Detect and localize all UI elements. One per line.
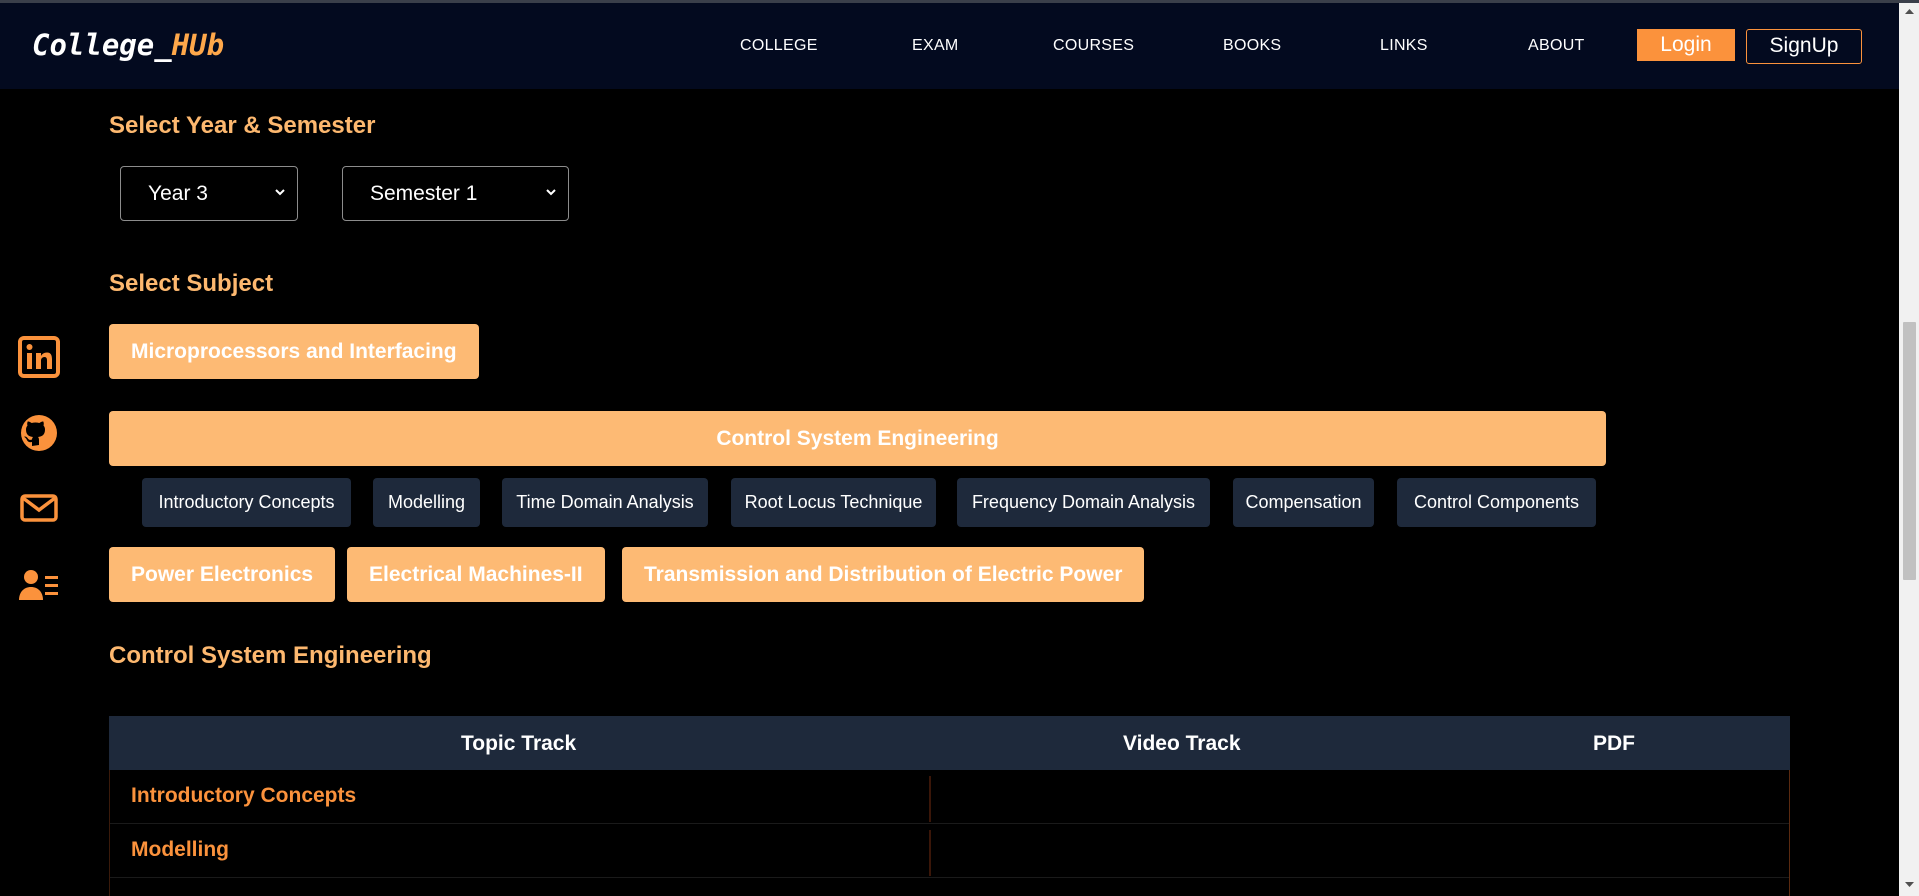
login-button[interactable]: Login xyxy=(1637,29,1735,61)
topic-chip-introductory-concepts[interactable]: Introductory Concepts xyxy=(142,478,351,527)
column-header-video-track: Video Track xyxy=(1123,732,1241,755)
subject-button-control-system[interactable]: Control System Engineering xyxy=(109,411,1606,466)
mail-icon[interactable] xyxy=(18,487,60,529)
brand-logo-part2: HUb xyxy=(171,28,225,62)
topic-table-header: Topic Track Video Track PDF xyxy=(109,716,1790,770)
semester-select[interactable]: Semester 1 xyxy=(342,166,569,221)
scroll-down-arrow-icon[interactable] xyxy=(1903,880,1916,890)
chevron-down-icon xyxy=(275,189,285,196)
nav-link-about[interactable]: ABOUT xyxy=(1528,37,1585,55)
year-semester-heading: Select Year & Semester xyxy=(109,112,376,139)
subject-button-transmission-distribution[interactable]: Transmission and Distribution of Electri… xyxy=(622,547,1145,602)
contact-card-icon[interactable] xyxy=(18,564,60,606)
scrollbar-thumb[interactable] xyxy=(1903,322,1916,580)
year-select-value: Year 3 xyxy=(148,182,208,205)
year-select[interactable]: Year 3 xyxy=(120,166,298,221)
column-divider xyxy=(929,776,931,822)
table-row: Introductory Concepts xyxy=(110,770,1789,824)
topic-chip-root-locus-technique[interactable]: Root Locus Technique xyxy=(731,478,936,527)
topic-chip-control-components[interactable]: Control Components xyxy=(1397,478,1596,527)
column-divider xyxy=(929,830,931,876)
table-row: Modelling xyxy=(110,824,1789,878)
subject-button-microprocessors[interactable]: Microprocessors and Interfacing xyxy=(109,324,479,379)
selected-subject-title: Control System Engineering xyxy=(109,642,432,669)
topic-chip-modelling[interactable]: Modelling xyxy=(373,478,480,527)
nav-link-courses[interactable]: COURSES xyxy=(1053,37,1134,55)
subject-heading: Select Subject xyxy=(109,270,274,297)
chevron-down-icon xyxy=(546,189,556,196)
semester-select-value: Semester 1 xyxy=(370,182,478,205)
signup-button[interactable]: SignUp xyxy=(1746,29,1862,64)
nav-link-exam[interactable]: EXAM xyxy=(912,37,959,55)
topic-chip-compensation[interactable]: Compensation xyxy=(1233,478,1374,527)
topic-chip-time-domain-analysis[interactable]: Time Domain Analysis xyxy=(502,478,708,527)
brand-logo-part1: College_ xyxy=(32,28,172,62)
nav-link-links[interactable]: LINKS xyxy=(1380,37,1428,55)
subject-button-power-electronics[interactable]: Power Electronics xyxy=(109,547,336,602)
topic-link[interactable]: Introductory Concepts xyxy=(131,784,356,808)
subject-button-electrical-machines[interactable]: Electrical Machines-II xyxy=(347,547,605,602)
github-icon[interactable] xyxy=(18,412,60,454)
column-header-pdf: PDF xyxy=(1593,732,1635,755)
nav-link-books[interactable]: BOOKS xyxy=(1223,37,1281,55)
nav-link-college[interactable]: COLLEGE xyxy=(740,37,818,55)
brand-logo[interactable]: College_HUb xyxy=(32,28,224,62)
topic-chip-frequency-domain-analysis[interactable]: Frequency Domain Analysis xyxy=(957,478,1210,527)
topic-link[interactable]: Modelling xyxy=(131,838,229,862)
linkedin-icon[interactable] xyxy=(18,336,60,378)
scroll-up-arrow-icon[interactable] xyxy=(1903,6,1916,16)
column-header-topic-track: Topic Track xyxy=(461,732,577,755)
navbar: College_HUb COLLEGE EXAM COURSES BOOKS L… xyxy=(0,3,1899,89)
topic-table-body: Introductory Concepts Modelling xyxy=(109,770,1790,896)
